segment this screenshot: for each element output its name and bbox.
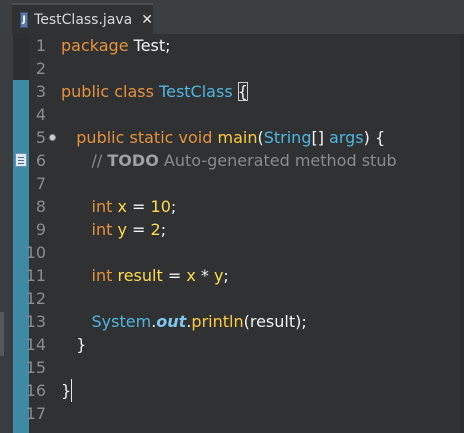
code-line-6: 6 // TODO Auto-generated method stub — [0, 149, 464, 172]
line-number: 14 — [25, 335, 46, 354]
text-caret — [71, 379, 72, 402]
line-number: 2 — [35, 59, 46, 78]
code-line-13: 13 System.out.println(result); — [0, 310, 464, 333]
code-line-2: 2 — [0, 57, 464, 80]
code-text: // TODO Auto-generated method stub — [91, 151, 397, 170]
line-number: 3 — [35, 82, 46, 101]
editor-tab-bar: J TestClass.java ✕ — [0, 0, 464, 34]
code-line-7: 7 — [0, 172, 464, 195]
code-line-5: 5 public static void main(String[] args)… — [0, 126, 464, 149]
line-number: 5 — [35, 128, 46, 147]
code-line-10: 10 — [0, 241, 464, 264]
code-text: public class TestClass { — [61, 82, 248, 101]
code-text: } — [61, 381, 72, 400]
line-number: 1 — [35, 36, 46, 55]
line-number: 4 — [35, 105, 46, 124]
code-text: } — [61, 335, 87, 354]
code-line-3: 3 public class TestClass { — [0, 80, 464, 103]
editor-tab[interactable]: J TestClass.java ✕ — [12, 3, 153, 34]
tab-title: TestClass.java — [34, 11, 133, 28]
close-icon[interactable]: ✕ — [141, 12, 153, 28]
code-text: public static void main(String[] args) { — [76, 128, 386, 147]
code-text: int x = 10; — [91, 197, 177, 216]
code-line-9: 9 int y = 2; — [0, 218, 464, 241]
code-text: System.out.println(result); — [91, 312, 307, 331]
line-number: 15 — [25, 358, 46, 377]
code-text: package Test; — [61, 36, 171, 55]
line-number: 7 — [35, 174, 46, 193]
line-number: 12 — [25, 289, 46, 308]
code-line-12: 12 — [0, 287, 464, 310]
line-number: 17 — [25, 404, 46, 423]
code-line-4: 4 — [0, 103, 464, 126]
line-number: 16 — [25, 381, 46, 400]
code-text: int result = x * y; — [91, 266, 229, 285]
code-line-14: 14 } — [0, 333, 464, 356]
line-number: 8 — [35, 197, 46, 216]
line-number: 11 — [25, 266, 46, 285]
java-file-icon: J — [20, 11, 29, 28]
code-line-15: 15 — [0, 356, 464, 379]
code-line-11: 11 int result = x * y; — [0, 264, 464, 287]
fold-collapse-icon[interactable] — [49, 134, 56, 141]
line-number: 13 — [25, 312, 46, 331]
line-number: 10 — [25, 243, 46, 262]
code-line-1: 1 package Test; — [0, 34, 464, 57]
code-text: int y = 2; — [91, 220, 167, 239]
line-number: 6 — [35, 151, 46, 170]
code-line-8: 8 int x = 10; — [0, 195, 464, 218]
code-line-16: 16 } — [0, 379, 464, 402]
line-number: 9 — [35, 220, 46, 239]
code-line-17: 17 — [0, 402, 464, 425]
